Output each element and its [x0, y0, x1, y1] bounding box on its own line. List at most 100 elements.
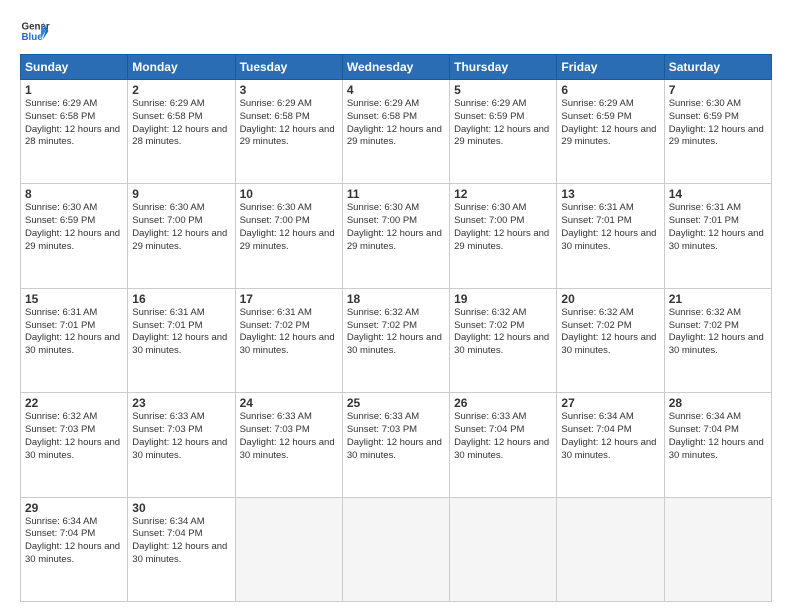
calendar-cell — [450, 497, 557, 601]
day-info: Sunrise: 6:30 AMSunset: 6:59 PMDaylight:… — [25, 202, 123, 253]
day-info: Sunrise: 6:29 AMSunset: 6:58 PMDaylight:… — [25, 98, 123, 149]
day-info: Sunrise: 6:34 AMSunset: 7:04 PMDaylight:… — [132, 516, 230, 567]
day-number: 10 — [240, 187, 338, 201]
logo: General Blue — [20, 16, 50, 46]
day-number: 22 — [25, 396, 123, 410]
day-number: 9 — [132, 187, 230, 201]
day-info: Sunrise: 6:30 AMSunset: 7:00 PMDaylight:… — [240, 202, 338, 253]
calendar-cell: 27Sunrise: 6:34 AMSunset: 7:04 PMDayligh… — [557, 393, 664, 497]
day-info: Sunrise: 6:29 AMSunset: 6:59 PMDaylight:… — [454, 98, 552, 149]
calendar-cell: 6Sunrise: 6:29 AMSunset: 6:59 PMDaylight… — [557, 80, 664, 184]
day-number: 21 — [669, 292, 767, 306]
calendar-cell: 12Sunrise: 6:30 AMSunset: 7:00 PMDayligh… — [450, 184, 557, 288]
header: General Blue — [20, 16, 772, 46]
day-info: Sunrise: 6:33 AMSunset: 7:04 PMDaylight:… — [454, 411, 552, 462]
day-info: Sunrise: 6:33 AMSunset: 7:03 PMDaylight:… — [347, 411, 445, 462]
calendar-cell: 7Sunrise: 6:30 AMSunset: 6:59 PMDaylight… — [664, 80, 771, 184]
calendar-cell: 22Sunrise: 6:32 AMSunset: 7:03 PMDayligh… — [21, 393, 128, 497]
day-info: Sunrise: 6:31 AMSunset: 7:01 PMDaylight:… — [561, 202, 659, 253]
calendar-cell: 3Sunrise: 6:29 AMSunset: 6:58 PMDaylight… — [235, 80, 342, 184]
day-info: Sunrise: 6:29 AMSunset: 6:58 PMDaylight:… — [132, 98, 230, 149]
calendar-cell: 2Sunrise: 6:29 AMSunset: 6:58 PMDaylight… — [128, 80, 235, 184]
calendar-cell: 19Sunrise: 6:32 AMSunset: 7:02 PMDayligh… — [450, 288, 557, 392]
day-info: Sunrise: 6:31 AMSunset: 7:01 PMDaylight:… — [132, 307, 230, 358]
day-info: Sunrise: 6:34 AMSunset: 7:04 PMDaylight:… — [25, 516, 123, 567]
day-number: 23 — [132, 396, 230, 410]
weekday-thursday: Thursday — [450, 55, 557, 80]
day-info: Sunrise: 6:29 AMSunset: 6:58 PMDaylight:… — [240, 98, 338, 149]
day-number: 30 — [132, 501, 230, 515]
calendar-cell: 29Sunrise: 6:34 AMSunset: 7:04 PMDayligh… — [21, 497, 128, 601]
calendar-cell — [342, 497, 449, 601]
calendar-header: SundayMondayTuesdayWednesdayThursdayFrid… — [21, 55, 772, 80]
day-info: Sunrise: 6:34 AMSunset: 7:04 PMDaylight:… — [669, 411, 767, 462]
day-number: 3 — [240, 83, 338, 97]
day-info: Sunrise: 6:34 AMSunset: 7:04 PMDaylight:… — [561, 411, 659, 462]
day-number: 20 — [561, 292, 659, 306]
day-info: Sunrise: 6:32 AMSunset: 7:02 PMDaylight:… — [347, 307, 445, 358]
calendar-cell: 21Sunrise: 6:32 AMSunset: 7:02 PMDayligh… — [664, 288, 771, 392]
day-number: 17 — [240, 292, 338, 306]
week-row-2: 15Sunrise: 6:31 AMSunset: 7:01 PMDayligh… — [21, 288, 772, 392]
day-number: 7 — [669, 83, 767, 97]
day-number: 11 — [347, 187, 445, 201]
day-number: 26 — [454, 396, 552, 410]
day-info: Sunrise: 6:30 AMSunset: 7:00 PMDaylight:… — [454, 202, 552, 253]
calendar-cell: 15Sunrise: 6:31 AMSunset: 7:01 PMDayligh… — [21, 288, 128, 392]
day-number: 12 — [454, 187, 552, 201]
day-number: 6 — [561, 83, 659, 97]
calendar-cell — [664, 497, 771, 601]
day-info: Sunrise: 6:31 AMSunset: 7:01 PMDaylight:… — [25, 307, 123, 358]
weekday-tuesday: Tuesday — [235, 55, 342, 80]
calendar-cell: 28Sunrise: 6:34 AMSunset: 7:04 PMDayligh… — [664, 393, 771, 497]
day-number: 25 — [347, 396, 445, 410]
weekday-sunday: Sunday — [21, 55, 128, 80]
day-number: 27 — [561, 396, 659, 410]
calendar-cell: 30Sunrise: 6:34 AMSunset: 7:04 PMDayligh… — [128, 497, 235, 601]
day-info: Sunrise: 6:32 AMSunset: 7:02 PMDaylight:… — [561, 307, 659, 358]
day-number: 24 — [240, 396, 338, 410]
week-row-0: 1Sunrise: 6:29 AMSunset: 6:58 PMDaylight… — [21, 80, 772, 184]
day-number: 28 — [669, 396, 767, 410]
calendar-cell: 9Sunrise: 6:30 AMSunset: 7:00 PMDaylight… — [128, 184, 235, 288]
calendar-table: SundayMondayTuesdayWednesdayThursdayFrid… — [20, 54, 772, 602]
calendar-cell: 26Sunrise: 6:33 AMSunset: 7:04 PMDayligh… — [450, 393, 557, 497]
day-number: 15 — [25, 292, 123, 306]
calendar-cell: 10Sunrise: 6:30 AMSunset: 7:00 PMDayligh… — [235, 184, 342, 288]
day-info: Sunrise: 6:31 AMSunset: 7:01 PMDaylight:… — [669, 202, 767, 253]
day-info: Sunrise: 6:33 AMSunset: 7:03 PMDaylight:… — [240, 411, 338, 462]
calendar-cell: 8Sunrise: 6:30 AMSunset: 6:59 PMDaylight… — [21, 184, 128, 288]
weekday-saturday: Saturday — [664, 55, 771, 80]
day-info: Sunrise: 6:29 AMSunset: 6:58 PMDaylight:… — [347, 98, 445, 149]
week-row-4: 29Sunrise: 6:34 AMSunset: 7:04 PMDayligh… — [21, 497, 772, 601]
day-number: 16 — [132, 292, 230, 306]
day-info: Sunrise: 6:30 AMSunset: 7:00 PMDaylight:… — [347, 202, 445, 253]
day-number: 4 — [347, 83, 445, 97]
week-row-1: 8Sunrise: 6:30 AMSunset: 6:59 PMDaylight… — [21, 184, 772, 288]
calendar-cell: 14Sunrise: 6:31 AMSunset: 7:01 PMDayligh… — [664, 184, 771, 288]
day-info: Sunrise: 6:33 AMSunset: 7:03 PMDaylight:… — [132, 411, 230, 462]
weekday-header-row: SundayMondayTuesdayWednesdayThursdayFrid… — [21, 55, 772, 80]
day-number: 29 — [25, 501, 123, 515]
calendar-cell: 11Sunrise: 6:30 AMSunset: 7:00 PMDayligh… — [342, 184, 449, 288]
day-info: Sunrise: 6:30 AMSunset: 6:59 PMDaylight:… — [669, 98, 767, 149]
page: General Blue SundayMondayTuesdayWednesda… — [0, 0, 792, 612]
calendar-cell: 24Sunrise: 6:33 AMSunset: 7:03 PMDayligh… — [235, 393, 342, 497]
logo-icon: General Blue — [20, 16, 50, 46]
weekday-friday: Friday — [557, 55, 664, 80]
day-number: 5 — [454, 83, 552, 97]
day-number: 14 — [669, 187, 767, 201]
weekday-wednesday: Wednesday — [342, 55, 449, 80]
calendar-cell — [235, 497, 342, 601]
calendar-cell: 16Sunrise: 6:31 AMSunset: 7:01 PMDayligh… — [128, 288, 235, 392]
svg-text:Blue: Blue — [22, 32, 44, 43]
calendar-cell: 5Sunrise: 6:29 AMSunset: 6:59 PMDaylight… — [450, 80, 557, 184]
day-info: Sunrise: 6:29 AMSunset: 6:59 PMDaylight:… — [561, 98, 659, 149]
day-info: Sunrise: 6:32 AMSunset: 7:02 PMDaylight:… — [669, 307, 767, 358]
day-number: 1 — [25, 83, 123, 97]
calendar-cell — [557, 497, 664, 601]
calendar-cell: 1Sunrise: 6:29 AMSunset: 6:58 PMDaylight… — [21, 80, 128, 184]
day-number: 13 — [561, 187, 659, 201]
calendar-cell: 18Sunrise: 6:32 AMSunset: 7:02 PMDayligh… — [342, 288, 449, 392]
calendar-cell: 23Sunrise: 6:33 AMSunset: 7:03 PMDayligh… — [128, 393, 235, 497]
